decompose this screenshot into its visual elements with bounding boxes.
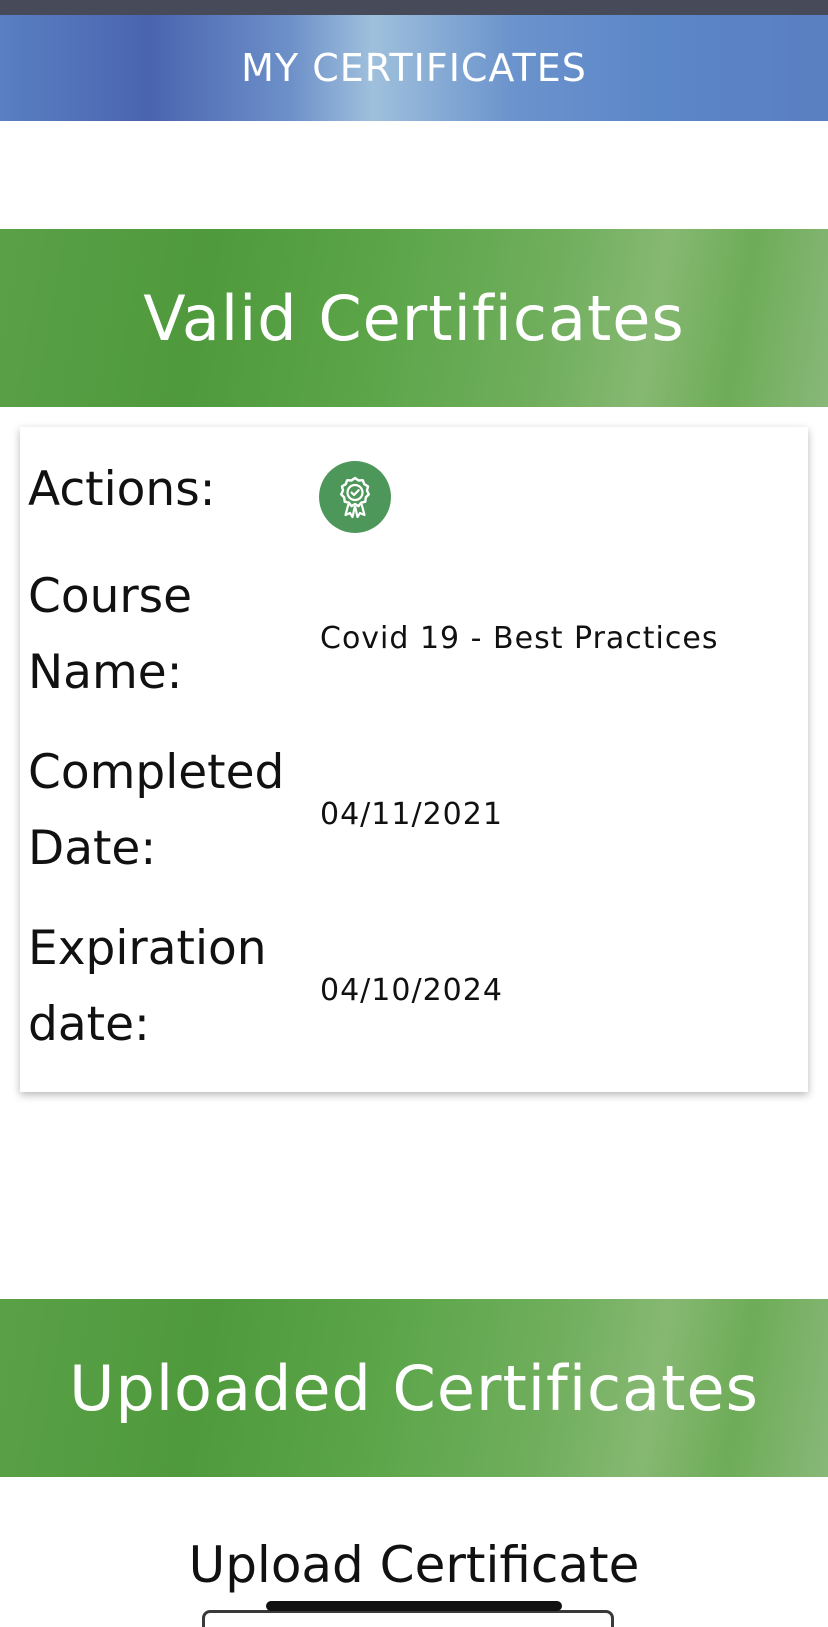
completed-date-row: Completed Date: 04/11/2021	[20, 735, 808, 895]
status-bar	[0, 0, 828, 15]
upload-certificate-label: Upload Certificate	[188, 1536, 640, 1594]
certificate-badge-icon	[340, 476, 370, 519]
valid-certificates-banner: Valid Certificates	[0, 229, 828, 407]
page-header: MY CERTIFICATES	[0, 15, 828, 121]
completed-date-value: 04/11/2021	[320, 797, 503, 832]
actions-row: Actions:	[20, 447, 808, 533]
my-certificates-screen: MY CERTIFICATES Valid Certificates Actio…	[0, 0, 828, 1627]
uploaded-certificates-banner: Uploaded Certificates	[0, 1299, 828, 1477]
expiration-date-row: Expiration date: 04/10/2024	[20, 911, 808, 1071]
uploaded-certificates-title: Uploaded Certificates	[69, 1351, 759, 1425]
course-name-row: Course Name: Covid 19 - Best Practices	[20, 559, 808, 719]
home-indicator	[266, 1601, 562, 1611]
view-certificate-button[interactable]	[319, 461, 391, 533]
valid-certificates-title: Valid Certificates	[143, 281, 685, 355]
actions-label: Actions:	[28, 462, 216, 517]
certificate-card: Actions: Course Name: Covid 19 - Best Pr…	[20, 427, 808, 1092]
completed-date-label: Completed Date:	[28, 745, 285, 876]
page-title: MY CERTIFICATES	[241, 46, 587, 90]
upload-certificate-input[interactable]	[202, 1610, 614, 1627]
expiration-date-value: 04/10/2024	[320, 973, 503, 1008]
expiration-date-label: Expiration date:	[28, 921, 267, 1052]
course-name-label: Course Name:	[28, 569, 193, 700]
course-name-value: Covid 19 - Best Practices	[320, 621, 719, 656]
